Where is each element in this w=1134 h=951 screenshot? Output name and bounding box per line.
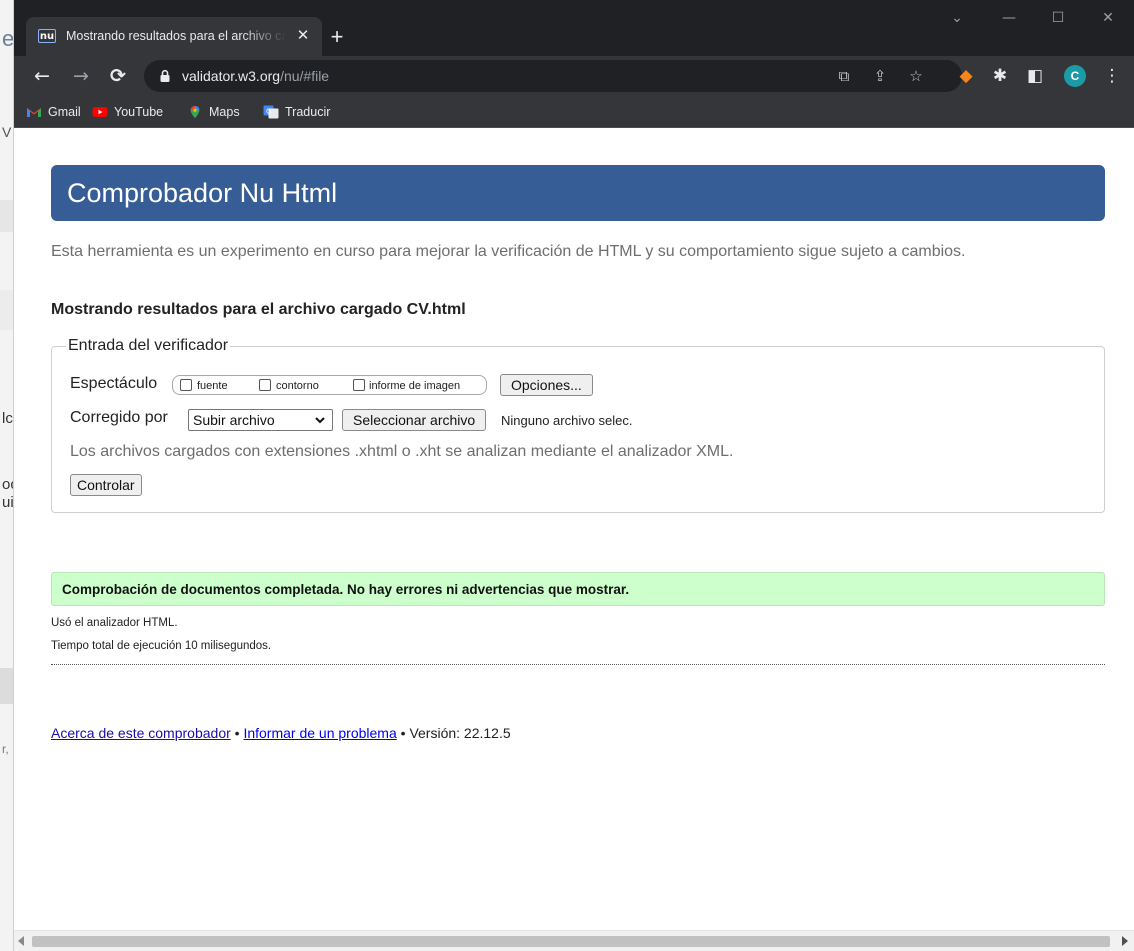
- bookmark-label: Traducir: [285, 105, 331, 119]
- browser-window: nu Mostrando resultados para el archivo …: [14, 0, 1134, 951]
- bookmark-traducir[interactable]: G Traducir: [263, 103, 330, 121]
- bg-glyph: ui: [2, 494, 14, 511]
- show-label: Espectáculo: [70, 375, 158, 392]
- translate-bookmark-icon: G: [263, 105, 279, 119]
- side-panel-icon[interactable]: ◧: [1023, 64, 1047, 88]
- close-window-button[interactable]: ✕: [1088, 6, 1128, 30]
- browser-toolbar: ← → ⟳ validator.w3.org/nu/#file ⧉ ⇪ ☆ ◆ …: [14, 56, 1134, 96]
- checker-input-fieldset: Entrada del verificador Espectáculo fuen…: [51, 337, 1105, 513]
- intro-text: Esta herramienta es un experimento en cu…: [51, 243, 966, 260]
- xml-note: Los archivos cargados con extensiones .x…: [70, 443, 734, 460]
- report-problem-link[interactable]: Informar de un problema: [243, 725, 396, 741]
- select-value: Subir archivo: [193, 412, 275, 428]
- checkbox-outline-label[interactable]: contorno: [276, 380, 319, 392]
- checked-by-label: Corregido por: [70, 409, 168, 426]
- new-tab-button[interactable]: +: [326, 26, 348, 49]
- bookmark-label: Maps: [209, 105, 240, 119]
- tab-search-icon[interactable]: ⌄: [937, 6, 977, 30]
- tab-strip: nu Mostrando resultados para el archivo …: [14, 0, 1134, 56]
- star-icon[interactable]: ☆: [906, 66, 926, 86]
- bookmarks-bar: Gmail YouTube Maps G Traducir: [14, 96, 1134, 128]
- share-icon[interactable]: ⇪: [870, 66, 890, 86]
- about-link[interactable]: Acerca de este comprobador: [51, 725, 231, 741]
- extensions-puzzle-icon[interactable]: ✱: [988, 64, 1012, 88]
- chevron-down-icon: [315, 417, 325, 424]
- scroll-left-arrow-icon[interactable]: [18, 936, 24, 946]
- results-heading: Mostrando resultados para el archivo car…: [51, 301, 466, 318]
- lock-icon[interactable]: [158, 69, 172, 83]
- footer: Acerca de este comprobador • Informar de…: [51, 725, 511, 741]
- tab-title: Mostrando resultados para el archivo car…: [66, 29, 286, 43]
- input-mode-select[interactable]: Subir archivo: [188, 409, 333, 431]
- menu-dots-icon[interactable]: ⋮: [1100, 64, 1124, 88]
- scroll-right-arrow-icon[interactable]: [1122, 936, 1128, 946]
- version-text: • Versión: 22.12.5: [400, 725, 511, 741]
- active-tab[interactable]: nu Mostrando resultados para el archivo …: [26, 17, 322, 56]
- bg-block: [0, 200, 13, 232]
- svg-text:G: G: [266, 108, 271, 116]
- url-host: validator.w3.org: [182, 68, 281, 84]
- address-bar[interactable]: validator.w3.org/nu/#file ⧉ ⇪ ☆: [144, 60, 962, 92]
- checkbox-source[interactable]: [180, 379, 192, 391]
- success-text: Comprobación de documentos completada. N…: [62, 582, 630, 597]
- youtube-icon: [92, 107, 108, 117]
- bg-block: [0, 668, 13, 704]
- background-window-edge: e V lc oc ui r,: [0, 0, 14, 951]
- tab-close-icon[interactable]: ✕: [294, 27, 312, 45]
- maximize-button[interactable]: ☐: [1038, 6, 1078, 30]
- success-message: Comprobación de documentos completada. N…: [51, 572, 1105, 606]
- minimize-button[interactable]: —: [989, 6, 1029, 30]
- bookmark-maps[interactable]: Maps: [187, 103, 240, 121]
- bg-glyph: lc: [2, 410, 13, 427]
- parser-note: Usó el analizador HTML.: [51, 617, 178, 629]
- page-content: Comprobador Nu Html Esta herramienta es …: [14, 128, 1134, 930]
- checkbox-image-report[interactable]: [353, 379, 365, 391]
- scrollbar-thumb[interactable]: [32, 936, 1110, 947]
- bookmark-label: YouTube: [114, 105, 164, 119]
- bg-glyph: r,: [2, 742, 9, 756]
- metamask-extension-icon[interactable]: ◆: [954, 64, 978, 88]
- checkbox-outline[interactable]: [259, 379, 271, 391]
- time-note: Tiempo total de ejecución 10 milisegundo…: [51, 640, 272, 652]
- bookmark-gmail[interactable]: Gmail: [26, 103, 81, 121]
- show-options-group: fuente contorno informe de imagen: [172, 375, 487, 395]
- choose-file-button[interactable]: Seleccionar archivo: [342, 409, 487, 431]
- reload-icon[interactable]: ⟳: [104, 62, 132, 90]
- options-button[interactable]: Opciones...: [500, 374, 593, 396]
- maps-pin-icon: [190, 105, 200, 119]
- bg-glyph: e: [2, 26, 14, 51]
- forward-icon[interactable]: →: [67, 62, 95, 90]
- file-status-text: Ninguno archivo selec.: [501, 413, 633, 428]
- gmail-icon: [27, 108, 41, 117]
- bg-glyph: V: [2, 124, 12, 140]
- tab-favicon-icon: nu: [38, 29, 56, 43]
- check-button[interactable]: Controlar: [70, 474, 142, 496]
- checkbox-source-label[interactable]: fuente: [197, 380, 228, 392]
- bg-glyph: oc: [2, 476, 13, 493]
- page-banner: Comprobador Nu Html: [51, 165, 1105, 221]
- horizontal-scrollbar[interactable]: [14, 930, 1134, 951]
- checkbox-image-report-label[interactable]: informe de imagen: [369, 380, 460, 392]
- bg-block: [0, 290, 13, 330]
- url-text[interactable]: validator.w3.org/nu/#file: [182, 68, 329, 84]
- bookmark-label: Gmail: [48, 105, 81, 119]
- page-title: Comprobador Nu Html: [67, 178, 338, 208]
- translate-icon[interactable]: ⧉: [834, 66, 854, 86]
- divider: [51, 664, 1105, 665]
- fieldset-legend: Entrada del verificador: [66, 337, 231, 355]
- profile-avatar[interactable]: C: [1064, 65, 1086, 87]
- footer-separator: •: [234, 725, 240, 741]
- bookmark-youtube[interactable]: YouTube: [92, 103, 163, 121]
- back-icon[interactable]: ←: [28, 62, 56, 90]
- url-path: /nu/#file: [280, 68, 330, 84]
